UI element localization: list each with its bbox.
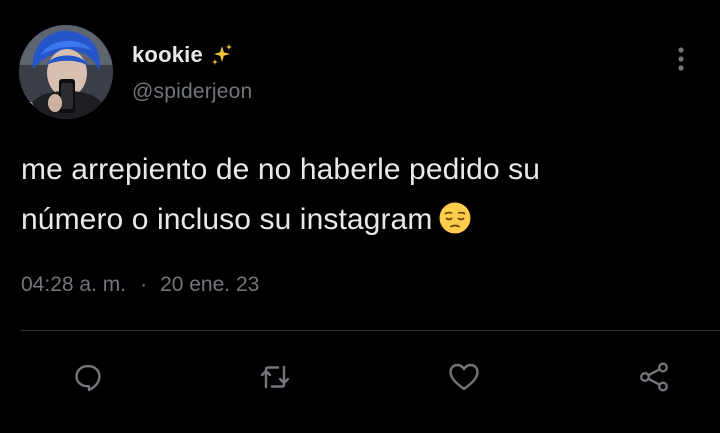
sparkles-icon [210,43,234,67]
retweet-icon [260,365,290,389]
heart-icon [449,363,479,391]
pensive-face-icon [438,201,472,235]
share-icon [640,362,668,392]
more-options-button[interactable] [668,42,694,76]
tweet-text: me arrepiento de no haberle pedido su nú… [21,145,681,245]
tweet-text-line-1: me arrepiento de no haberle pedido su [21,153,541,186]
like-button[interactable] [442,355,486,399]
tweet-timestamp: 04:28 a. m. · 20 ene. 23 [21,270,259,300]
tweet-time[interactable]: 04:28 a. m. [21,273,126,297]
display-name[interactable]: kookie [132,42,203,68]
svg-text:rio: rio [23,99,33,109]
user-info: kookie @spiderjeon [132,40,252,104]
meta-separator: · [140,273,148,296]
tweet-text-line-2: número o incluso su instagram [21,195,681,245]
tweet: rio kookie @spiderjeon me arrepiento de … [0,0,720,433]
retweet-button[interactable] [253,355,297,399]
divider [21,330,720,331]
more-vertical-icon [678,47,684,71]
avatar[interactable]: rio [19,25,113,119]
tweet-date[interactable]: 20 ene. 23 [160,273,259,297]
share-button[interactable] [632,355,676,399]
reply-button[interactable] [66,355,110,399]
tweet-text-line-2-text: número o incluso su instagram [21,203,433,236]
display-name-row: kookie [132,40,252,70]
action-bar [0,355,720,399]
reply-icon [75,364,101,392]
user-handle[interactable]: @spiderjeon [132,80,252,104]
